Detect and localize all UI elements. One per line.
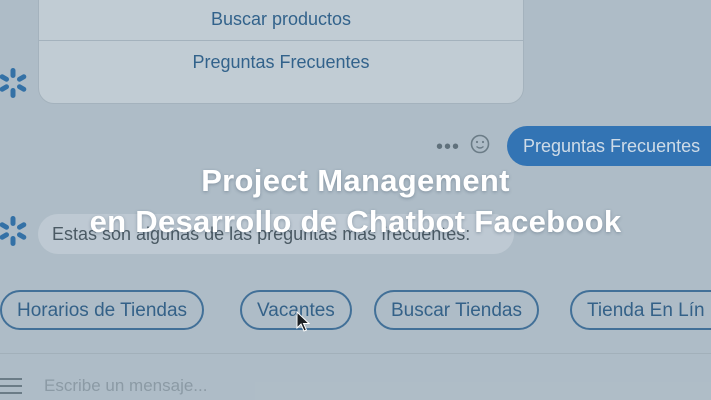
chat-screenshot: Buscar productos Preguntas Frecuentes ••… [0,0,711,400]
overlay-title: Project Management en Desarrollo de Chat… [0,160,711,242]
mouse-cursor-icon [296,311,310,332]
overlay-title-line-2: en Desarrollo de Chatbot Facebook [89,204,622,239]
overlay-title-line-1: Project Management [201,163,510,198]
